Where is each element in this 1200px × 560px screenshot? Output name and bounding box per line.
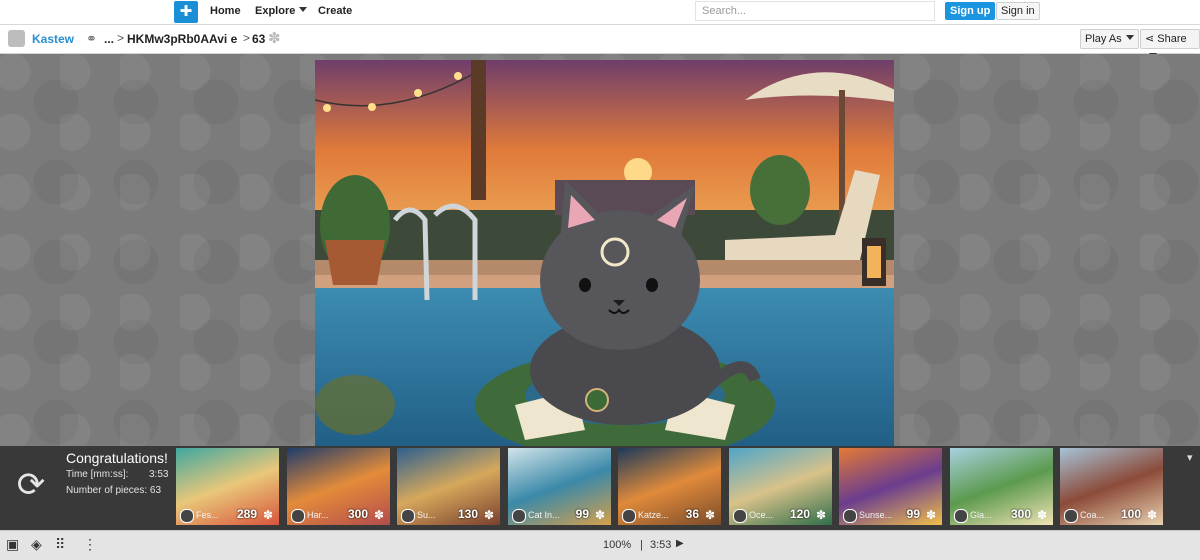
- avatar: [291, 509, 305, 523]
- nav-home-link[interactable]: Home: [210, 5, 241, 17]
- breadcrumb-separator: >: [243, 31, 251, 45]
- zoom-level[interactable]: 100%: [603, 539, 631, 551]
- puzzle-piece-icon: ✽: [373, 508, 384, 522]
- thumbnail-piece-count: 100: [1120, 507, 1141, 521]
- avatar[interactable]: [8, 30, 25, 47]
- suggested-puzzle-thumbnail[interactable]: Oce... 120 ✽: [729, 448, 832, 525]
- suggested-puzzle-thumbnail[interactable]: Sunse... 99 ✽: [839, 448, 942, 525]
- image-preview-icon[interactable]: ▣: [6, 536, 19, 553]
- thumbnail-title: Coa...: [1080, 510, 1105, 520]
- puzzle-piece-icon: ✽: [815, 508, 826, 522]
- thumbnail-piece-count: 99: [906, 507, 920, 521]
- breadcrumb-puzzle-id[interactable]: HKMw3pRb0AAvi e: [127, 32, 237, 46]
- puzzle-piece-icon: ✽: [1036, 508, 1047, 522]
- congratulations-panel: ⟳ Congratulations! Time [mm:ss]: 3:53 Nu…: [0, 446, 1200, 530]
- breadcrumb-separator: >: [117, 31, 125, 45]
- thumbnail-meta: Har... 300 ✽: [289, 507, 388, 523]
- thumbnail-piece-count: 289: [236, 507, 257, 521]
- play-icon[interactable]: ▶: [676, 538, 684, 549]
- thumbnail-meta: Sunse... 99 ✽: [841, 507, 940, 523]
- link-icon: ⚭: [86, 31, 97, 46]
- puzzle-piece-icon: ✽: [268, 30, 281, 47]
- puzzle-piece-icon: ✽: [594, 508, 605, 522]
- thumbnail-piece-count: 130: [457, 507, 478, 521]
- congratulations-title: Congratulations!: [66, 450, 168, 466]
- time-value: 3:53: [149, 469, 169, 480]
- toolbar-divider: |: [640, 539, 643, 551]
- breadcrumb-piece-count: 63: [252, 32, 266, 46]
- share-button[interactable]: ⋖ Share: [1140, 29, 1200, 58]
- sort-pieces-icon[interactable]: ⠿: [55, 536, 65, 553]
- sign-in-button[interactable]: Sign in: [996, 2, 1040, 20]
- thumbnail-meta: Fes... 289 ✽: [178, 507, 277, 523]
- play-as-label: Play As: [1085, 33, 1122, 45]
- avatar: [401, 509, 415, 523]
- thumbnail-meta: Su... 130 ✽: [399, 507, 498, 523]
- puzzle-artwork: [315, 60, 894, 446]
- chevron-down-icon[interactable]: ▾: [1187, 451, 1193, 464]
- suggested-puzzle-thumbnail[interactable]: Cat In... 99 ✽: [508, 448, 611, 525]
- completed-puzzle-image: [315, 60, 894, 446]
- breadcrumb: Kastew ⚭ ... > HKMw3pRb0AAvi e > 63 ✽ Pl…: [0, 25, 1200, 58]
- thumbnail-title: Cat In...: [528, 510, 560, 520]
- avatar: [512, 509, 526, 523]
- play-area[interactable]: [0, 54, 1200, 446]
- timer-display: 3:53: [650, 539, 672, 551]
- thumbnail-title: Fes...: [196, 510, 219, 520]
- thumbnail-piece-count: 300: [1010, 507, 1031, 521]
- replay-icon[interactable]: ⟳: [12, 466, 50, 504]
- puzzle-piece-icon: ✽: [925, 508, 936, 522]
- thumbnail-piece-count: 300: [347, 507, 368, 521]
- puzzle-piece-icon: ✽: [704, 508, 715, 522]
- suggested-puzzle-thumbnail[interactable]: Gla... 300 ✽: [950, 448, 1053, 525]
- thumbnail-meta: Oce... 120 ✽: [731, 507, 830, 523]
- avatar: [733, 509, 747, 523]
- thumbnail-title: Sunse...: [859, 510, 893, 520]
- avatar: [954, 509, 968, 523]
- thumbnail-title: Har...: [307, 510, 329, 520]
- avatar: [180, 509, 194, 523]
- play-as-button[interactable]: Play As: [1080, 29, 1139, 49]
- avatar: [1064, 509, 1078, 523]
- thumbnail-title: Gla...: [970, 510, 992, 520]
- chevron-down-icon: [299, 7, 308, 12]
- thumbnail-meta: Coa... 100 ✽: [1062, 507, 1161, 523]
- nav-create-link[interactable]: Create: [318, 5, 352, 17]
- breadcrumb-user-link[interactable]: Kastew: [32, 32, 74, 46]
- thumbnail-title: Su...: [417, 510, 436, 520]
- more-options-icon[interactable]: ⋮: [83, 536, 97, 553]
- suggested-puzzle-thumbnail[interactable]: Su... 130 ✽: [397, 448, 500, 525]
- suggested-puzzle-thumbnail[interactable]: Har... 300 ✽: [287, 448, 390, 525]
- chevron-down-icon: [1125, 35, 1134, 40]
- suggested-puzzle-thumbnail[interactable]: Katze... 36 ✽: [618, 448, 721, 525]
- thumbnail-meta: Gla... 300 ✽: [952, 507, 1051, 523]
- site-logo-icon[interactable]: ✚: [174, 1, 198, 23]
- puzzle-piece-icon: ✽: [262, 508, 273, 522]
- suggested-puzzle-thumbnail[interactable]: Fes... 289 ✽: [176, 448, 279, 525]
- pieces-label: Number of pieces: 63: [66, 485, 162, 496]
- thumbnail-meta: Katze... 36 ✽: [620, 507, 719, 523]
- puzzle-piece-icon: ✽: [1146, 508, 1157, 522]
- thumbnail-piece-count: 99: [575, 507, 589, 521]
- puzzle-piece-icon: ✽: [483, 508, 494, 522]
- breadcrumb-ellipsis[interactable]: ...: [104, 32, 114, 46]
- thumbnail-piece-count: 36: [685, 507, 699, 521]
- share-label: Share: [1157, 33, 1187, 45]
- nav-explore-label: Explore: [255, 5, 296, 17]
- thumbnail-meta: Cat In... 99 ✽: [510, 507, 609, 523]
- search-input[interactable]: [695, 1, 935, 21]
- bottom-toolbar: ▣ ◈ ⠿ ⋮ 100% | 3:53 ▶: [0, 530, 1200, 560]
- top-navigation: ✚ Home Explore Create Sign up Sign in: [0, 0, 1200, 25]
- avatar: [843, 509, 857, 523]
- nav-explore-menu[interactable]: Explore: [255, 5, 308, 17]
- sign-up-button[interactable]: Sign up: [945, 2, 996, 20]
- avatar: [622, 509, 636, 523]
- ghost-image-icon[interactable]: ◈: [31, 536, 42, 553]
- thumbnail-title: Katze...: [638, 510, 669, 520]
- thumbnail-piece-count: 120: [789, 507, 810, 521]
- share-icon: ⋖: [1145, 33, 1158, 45]
- thumbnail-title: Oce...: [749, 510, 774, 520]
- suggested-puzzle-thumbnail[interactable]: Coa... 100 ✽: [1060, 448, 1163, 525]
- time-label: Time [mm:ss]:: [66, 469, 129, 480]
